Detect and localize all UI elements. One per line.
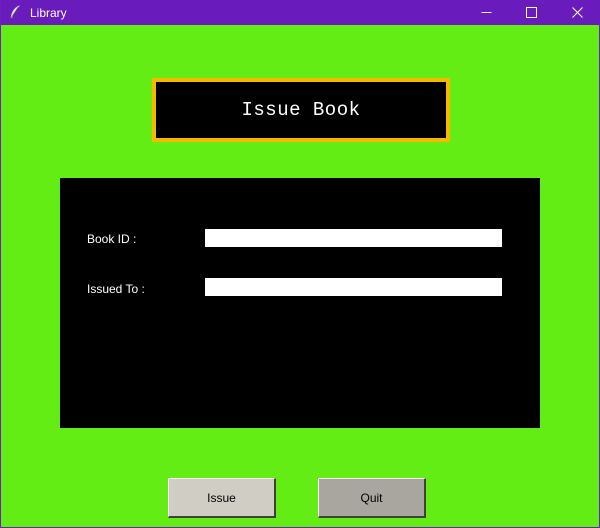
quit-button[interactable]: Quit <box>318 478 426 518</box>
feather-icon <box>9 5 21 19</box>
issue-form-panel: Book ID : Issued To : <box>60 178 540 428</box>
minimize-icon <box>481 12 491 13</box>
page-title: Issue Book <box>241 99 361 121</box>
minimize-button[interactable] <box>463 0 509 25</box>
title-bar[interactable]: Library <box>1 0 600 25</box>
maximize-button[interactable] <box>508 0 554 25</box>
library-window: Library Issue Book Book ID : Issued To : <box>0 0 600 528</box>
book-id-field[interactable] <box>205 229 502 247</box>
close-icon <box>571 7 583 18</box>
issued-to-label: Issued To : <box>87 282 145 296</box>
heading-frame: Issue Book <box>152 78 450 142</box>
close-button[interactable] <box>554 0 600 25</box>
window-content: Issue Book Book ID : Issued To : Issue Q… <box>2 30 599 527</box>
issue-button[interactable]: Issue <box>168 478 276 518</box>
issued-to-field[interactable] <box>205 278 502 296</box>
book-id-label: Book ID : <box>87 232 137 246</box>
window-title: Library <box>30 6 67 20</box>
maximize-icon <box>525 7 537 18</box>
